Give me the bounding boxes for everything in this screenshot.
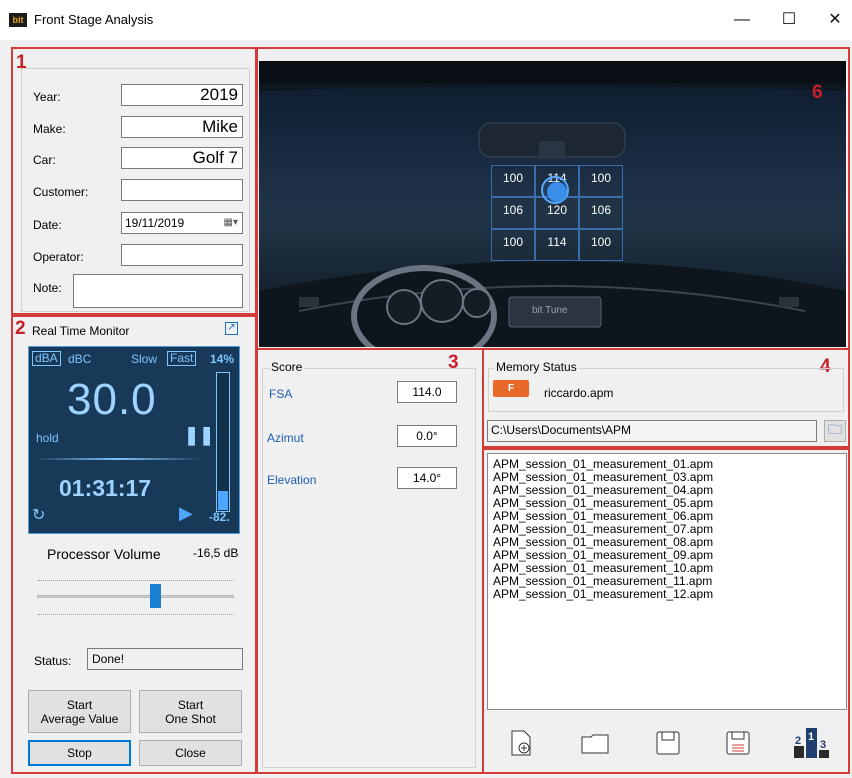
file-list[interactable]: APM_session_01_measurement_01.apm APM_ses… bbox=[487, 453, 847, 710]
note-field[interactable] bbox=[73, 274, 243, 308]
azimut-value: 0.0° bbox=[397, 425, 457, 447]
browse-folder-icon[interactable]: 🗀 bbox=[824, 420, 846, 442]
close-button[interactable]: ✕ bbox=[823, 8, 847, 32]
stage-grid-cell: 100 bbox=[579, 165, 623, 197]
slider-ticks-bottom bbox=[38, 614, 234, 618]
file-toolbar: 2 3 1 bbox=[486, 718, 846, 772]
date-label: Date: bbox=[33, 218, 62, 232]
make-field[interactable]: Mike bbox=[121, 116, 243, 138]
level-db: -82. bbox=[209, 510, 230, 524]
volume-slider-thumb[interactable] bbox=[150, 584, 162, 608]
save-icon[interactable] bbox=[656, 731, 680, 755]
divider bbox=[33, 458, 203, 460]
ranking-icon[interactable]: 2 3 1 bbox=[794, 726, 830, 758]
memory-title: Memory Status bbox=[494, 360, 579, 374]
status-label: Status: bbox=[34, 654, 72, 668]
make-label: Make: bbox=[33, 122, 66, 136]
azimut-label: Azimut bbox=[267, 431, 304, 445]
start-average-line2: Average Value bbox=[40, 711, 119, 726]
operator-field[interactable] bbox=[121, 244, 243, 266]
start-average-line1: Start bbox=[66, 697, 93, 712]
car-field[interactable]: Golf 7 bbox=[121, 147, 243, 169]
fast-toggle[interactable]: Fast bbox=[167, 351, 197, 366]
year-label: Year: bbox=[33, 90, 61, 104]
save-as-icon[interactable] bbox=[726, 731, 750, 755]
monitor-title: Real Time Monitor bbox=[32, 324, 130, 338]
customer-field[interactable] bbox=[121, 179, 243, 201]
memory-file: riccardo.apm bbox=[544, 386, 614, 400]
car-label: Car: bbox=[33, 153, 56, 167]
fsa-label: FSA bbox=[269, 387, 293, 401]
date-value: 19/11/2019 bbox=[125, 216, 185, 230]
stage-grid-cell: 114 bbox=[535, 229, 579, 261]
brand-label: bit Tune bbox=[532, 305, 568, 316]
customer-label: Customer: bbox=[33, 185, 89, 199]
maximize-button[interactable]: ☐ bbox=[777, 8, 801, 32]
window-title: Front Stage Analysis bbox=[34, 12, 154, 27]
meter-percent: 14% bbox=[210, 352, 235, 366]
processor-volume-label: Processor Volume bbox=[47, 546, 161, 562]
stage-grid-cell: 100 bbox=[491, 229, 535, 261]
path-field[interactable]: C:\Users\Documents\APM bbox=[487, 420, 817, 442]
play-icon[interactable]: ▶ bbox=[179, 503, 193, 524]
file-list-items: APM_session_01_measurement_01.apm APM_ses… bbox=[493, 458, 846, 601]
fsa-value: 114.0 bbox=[397, 381, 457, 403]
dbc-toggle[interactable]: dBC bbox=[68, 352, 91, 366]
start-one-shot-line1: Start bbox=[177, 697, 204, 712]
minimize-button[interactable]: — bbox=[730, 8, 754, 32]
sound-meter-display: dBA dBC Slow Fast 14% 30.0 hold ❚❚ 01:31… bbox=[28, 346, 240, 534]
memory-badge: F bbox=[493, 380, 529, 397]
hold-label: hold bbox=[36, 431, 59, 445]
dba-toggle[interactable]: dBA bbox=[32, 351, 61, 366]
open-folder-icon[interactable] bbox=[581, 734, 609, 754]
start-one-shot-line2: One Shot bbox=[165, 711, 216, 726]
date-picker[interactable]: 19/11/2019 ▦▾ bbox=[121, 212, 243, 234]
sound-level-value: 30.0 bbox=[67, 375, 157, 424]
processor-volume-value: -16,5 dB bbox=[193, 546, 239, 560]
title-bar: bit Front Stage Analysis — ☐ ✕ bbox=[0, 0, 852, 40]
svg-text:1: 1 bbox=[808, 731, 814, 743]
note-label: Note: bbox=[33, 281, 62, 295]
start-average-button[interactable]: Start Average Value bbox=[28, 690, 131, 733]
windshield-image: bit Tune 100 114 100 106 120 106 100 114 100 bbox=[259, 61, 846, 347]
elevation-label: Elevation bbox=[267, 473, 317, 487]
elevation-value: 14.0° bbox=[397, 467, 457, 489]
stage-position-marker bbox=[547, 182, 567, 202]
slider-ticks-top bbox=[38, 580, 234, 584]
memory-group-box bbox=[488, 368, 844, 412]
new-file-icon[interactable] bbox=[510, 730, 532, 756]
year-field[interactable]: 2019 bbox=[121, 84, 243, 106]
pause-icon[interactable]: ❚❚ bbox=[184, 425, 214, 446]
volume-slider-track[interactable] bbox=[37, 595, 234, 598]
panel-number-6: 6 bbox=[812, 82, 823, 103]
stage-grid-cell: 100 bbox=[579, 229, 623, 261]
status-field: Done! bbox=[87, 648, 243, 670]
score-title: Score bbox=[269, 360, 305, 374]
level-bar bbox=[216, 372, 230, 512]
elapsed-time: 01:31:17 bbox=[59, 475, 152, 501]
stage-grid-cell: 100 bbox=[491, 165, 535, 197]
stage-grid-cell: 106 bbox=[491, 197, 535, 229]
stop-button[interactable]: Stop bbox=[28, 740, 131, 766]
expand-icon[interactable]: ↗ bbox=[225, 322, 238, 335]
svg-text:2: 2 bbox=[795, 735, 801, 747]
panel-number-2: 2 bbox=[15, 318, 26, 339]
close-monitor-button[interactable]: Close bbox=[139, 740, 242, 766]
stage-grid-cell: 106 bbox=[579, 197, 623, 229]
operator-label: Operator: bbox=[33, 250, 84, 264]
svg-text:3: 3 bbox=[820, 739, 826, 751]
calendar-dropdown-icon[interactable]: ▦▾ bbox=[224, 213, 238, 233]
level-bar-fill bbox=[218, 490, 228, 510]
slow-toggle[interactable]: Slow bbox=[131, 352, 157, 366]
start-one-shot-button[interactable]: Start One Shot bbox=[139, 690, 242, 733]
file-list-item[interactable]: APM_session_01_measurement_12.apm bbox=[493, 588, 846, 601]
reset-icon[interactable]: ↻ bbox=[32, 505, 45, 525]
app-icon: bit bbox=[9, 13, 27, 27]
